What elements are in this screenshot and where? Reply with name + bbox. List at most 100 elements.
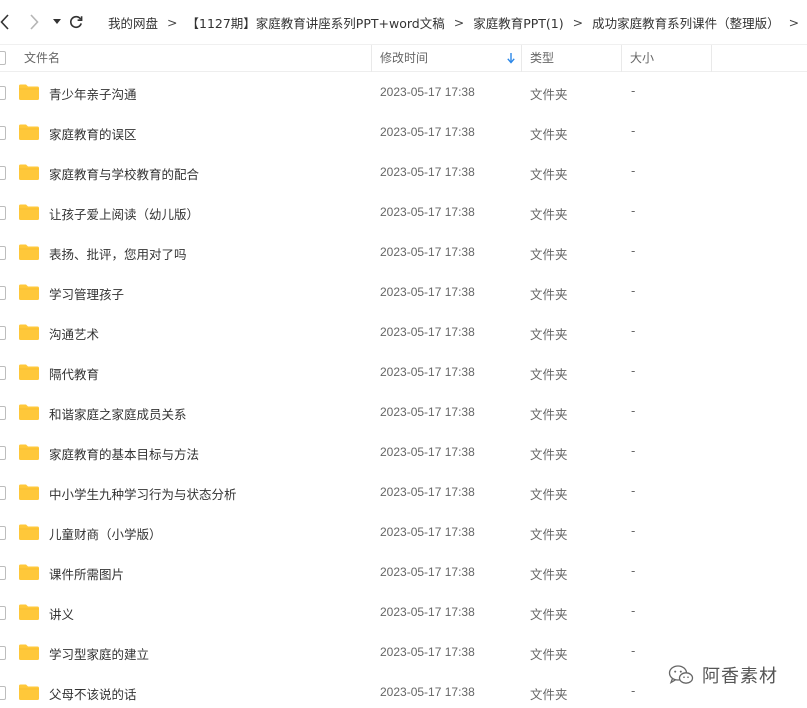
file-size: - bbox=[631, 644, 636, 658]
row-checkbox[interactable] bbox=[0, 526, 6, 540]
folder-icon bbox=[19, 124, 39, 140]
file-type: 文件夹 bbox=[530, 207, 568, 222]
row-checkbox[interactable] bbox=[0, 86, 6, 100]
folder-icon bbox=[19, 244, 39, 260]
row-checkbox[interactable] bbox=[0, 166, 6, 180]
file-row[interactable]: 让孩子爱上阅读（幼儿版） 2023-05-17 17:38 文件夹 - bbox=[0, 193, 807, 233]
folder-icon bbox=[19, 564, 39, 580]
folder-icon bbox=[19, 164, 39, 180]
file-browser: 我的网盘 > 【1127期】家庭教育讲座系列PPT+word文稿 > 家庭教育P… bbox=[0, 0, 807, 708]
back-button[interactable] bbox=[0, 12, 10, 32]
row-checkbox[interactable] bbox=[0, 126, 6, 140]
file-name[interactable]: 隔代教育 bbox=[49, 364, 99, 383]
file-type: 文件夹 bbox=[530, 367, 568, 382]
row-checkbox[interactable] bbox=[0, 406, 6, 420]
row-checkbox[interactable] bbox=[0, 446, 6, 460]
file-name[interactable]: 和谐家庭之家庭成员关系 bbox=[49, 404, 187, 423]
file-row[interactable]: 家庭教育与学校教育的配合 2023-05-17 17:38 文件夹 - bbox=[0, 153, 807, 193]
breadcrumb-item[interactable]: 【1127期】家庭教育讲座系列PPT+word文稿 bbox=[187, 13, 445, 32]
navigation-bar: 我的网盘 > 【1127期】家庭教育讲座系列PPT+word文稿 > 家庭教育P… bbox=[0, 0, 807, 44]
file-size: - bbox=[631, 164, 636, 178]
file-modified: 2023-05-17 17:38 bbox=[380, 165, 475, 179]
file-modified: 2023-05-17 17:38 bbox=[380, 605, 475, 619]
folder-icon bbox=[19, 364, 39, 380]
file-name[interactable]: 父母不该说的话 bbox=[49, 684, 137, 703]
row-checkbox[interactable] bbox=[0, 566, 6, 580]
file-name[interactable]: 表扬、批评，您用对了吗 bbox=[49, 244, 187, 263]
file-modified: 2023-05-17 17:38 bbox=[380, 645, 475, 659]
file-name[interactable]: 家庭教育与学校教育的配合 bbox=[49, 164, 199, 183]
file-row[interactable]: 家庭教育的误区 2023-05-17 17:38 文件夹 - bbox=[0, 113, 807, 153]
breadcrumb-separator: > bbox=[788, 14, 800, 30]
row-checkbox[interactable] bbox=[0, 646, 6, 660]
file-row[interactable]: 沟通艺术 2023-05-17 17:38 文件夹 - bbox=[0, 313, 807, 353]
column-header-size[interactable]: 大小 bbox=[622, 45, 712, 72]
file-size: - bbox=[631, 124, 636, 138]
file-row[interactable]: 中小学生九种学习行为与状态分析 2023-05-17 17:38 文件夹 - bbox=[0, 473, 807, 513]
row-checkbox[interactable] bbox=[0, 286, 6, 300]
row-checkbox[interactable] bbox=[0, 326, 6, 340]
file-row[interactable]: 儿童财商（小学版） 2023-05-17 17:38 文件夹 - bbox=[0, 513, 807, 553]
history-dropdown-button[interactable] bbox=[52, 12, 62, 32]
row-checkbox[interactable] bbox=[0, 206, 6, 220]
file-size: - bbox=[631, 404, 636, 418]
file-name[interactable]: 沟通艺术 bbox=[49, 324, 99, 343]
breadcrumb-separator: > bbox=[453, 14, 465, 30]
breadcrumb-item[interactable]: 家庭教育PPT(1) bbox=[473, 13, 563, 32]
file-name[interactable]: 课件所需图片 bbox=[49, 564, 124, 583]
file-name[interactable]: 学习型家庭的建立 bbox=[49, 644, 149, 663]
file-size: - bbox=[631, 564, 636, 578]
file-name[interactable]: 学习管理孩子 bbox=[49, 284, 124, 303]
file-row[interactable]: 隔代教育 2023-05-17 17:38 文件夹 - bbox=[0, 353, 807, 393]
breadcrumb: 我的网盘 > 【1127期】家庭教育讲座系列PPT+word文稿 > 家庭教育P… bbox=[108, 13, 807, 31]
file-row[interactable]: 家庭教育的基本目标与方法 2023-05-17 17:38 文件夹 - bbox=[0, 433, 807, 473]
file-name[interactable]: 中小学生九种学习行为与状态分析 bbox=[49, 484, 237, 503]
chevron-right-icon bbox=[29, 14, 39, 30]
column-header-row: 文件名 修改时间 类型 大小 bbox=[0, 44, 807, 72]
file-size: - bbox=[631, 684, 636, 698]
file-row[interactable]: 学习管理孩子 2023-05-17 17:38 文件夹 - bbox=[0, 273, 807, 313]
refresh-icon bbox=[70, 15, 83, 29]
row-checkbox[interactable] bbox=[0, 606, 6, 620]
row-checkbox[interactable] bbox=[0, 486, 6, 500]
column-header-name[interactable]: 文件名 bbox=[16, 45, 372, 72]
file-row[interactable]: 课件所需图片 2023-05-17 17:38 文件夹 - bbox=[0, 553, 807, 593]
forward-button[interactable] bbox=[28, 12, 40, 32]
file-row[interactable]: 和谐家庭之家庭成员关系 2023-05-17 17:38 文件夹 - bbox=[0, 393, 807, 433]
file-row[interactable]: 表扬、批评，您用对了吗 2023-05-17 17:38 文件夹 - bbox=[0, 233, 807, 273]
row-checkbox[interactable] bbox=[0, 686, 6, 700]
file-name[interactable]: 让孩子爱上阅读（幼儿版） bbox=[49, 204, 199, 223]
folder-icon bbox=[19, 644, 39, 660]
row-checkbox[interactable] bbox=[0, 366, 6, 380]
folder-icon bbox=[19, 444, 39, 460]
file-type: 文件夹 bbox=[530, 247, 568, 262]
file-name[interactable]: 青少年亲子沟通 bbox=[49, 84, 137, 103]
file-type: 文件夹 bbox=[530, 607, 568, 622]
file-modified: 2023-05-17 17:38 bbox=[380, 125, 475, 139]
file-name[interactable]: 家庭教育的基本目标与方法 bbox=[49, 444, 199, 463]
file-name[interactable]: 讲义 bbox=[49, 604, 74, 623]
breadcrumb-item-current[interactable]: 成功家庭教育系列课件（整理版） bbox=[592, 13, 780, 32]
file-size: - bbox=[631, 524, 636, 538]
file-size: - bbox=[631, 244, 636, 258]
file-size: - bbox=[631, 364, 636, 378]
column-header-type[interactable]: 类型 bbox=[522, 45, 622, 72]
file-type: 文件夹 bbox=[530, 567, 568, 582]
file-row[interactable]: 青少年亲子沟通 2023-05-17 17:38 文件夹 - bbox=[0, 73, 807, 113]
file-name[interactable]: 家庭教育的误区 bbox=[49, 124, 137, 143]
select-all-checkbox[interactable] bbox=[0, 51, 6, 65]
file-type: 文件夹 bbox=[530, 687, 568, 702]
file-size: - bbox=[631, 284, 636, 298]
folder-icon bbox=[19, 284, 39, 300]
row-checkbox[interactable] bbox=[0, 246, 6, 260]
column-header-modified[interactable]: 修改时间 bbox=[372, 45, 522, 72]
folder-icon bbox=[19, 524, 39, 540]
file-size: - bbox=[631, 204, 636, 218]
breadcrumb-item[interactable]: 我的网盘 bbox=[108, 13, 158, 32]
chevron-left-icon bbox=[0, 14, 9, 30]
refresh-button[interactable] bbox=[68, 12, 84, 32]
file-name[interactable]: 儿童财商（小学版） bbox=[49, 524, 162, 543]
file-row[interactable]: 讲义 2023-05-17 17:38 文件夹 - bbox=[0, 593, 807, 633]
column-header-modified-label: 修改时间 bbox=[380, 51, 429, 65]
file-type: 文件夹 bbox=[530, 327, 568, 342]
